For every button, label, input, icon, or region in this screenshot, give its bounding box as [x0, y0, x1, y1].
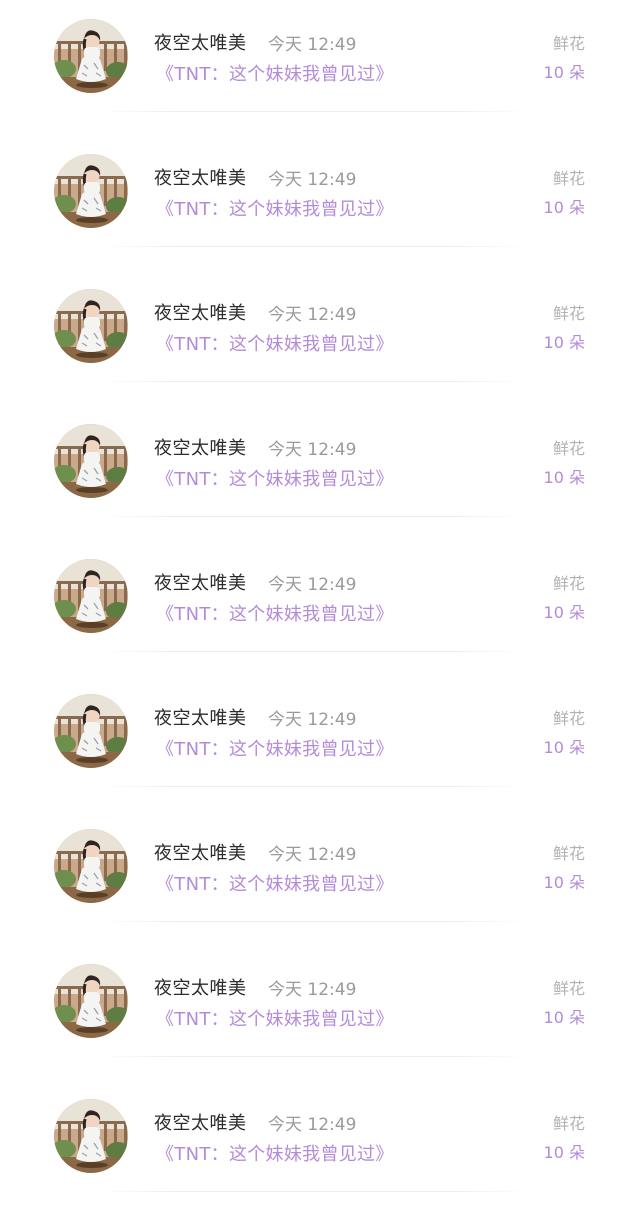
divider — [100, 516, 528, 517]
timestamp: 今天 12:49 — [268, 845, 357, 865]
avatar-photo-icon — [54, 964, 128, 1038]
gift-name: 鲜花 — [552, 169, 585, 188]
gift-record-list: 夜空太唯美 今天 12:49 《TNT：这个妹妹我曾见过》 鲜花 10 朵 夜空… — [0, 0, 640, 1208]
timestamp: 今天 12:49 — [268, 35, 357, 55]
list-item[interactable]: 夜空太唯美 今天 12:49 《TNT：这个妹妹我曾见过》 鲜花 10 朵 — [0, 135, 640, 270]
list-item[interactable]: 夜空太唯美 今天 12:49 《TNT：这个妹妹我曾见过》 鲜花 10 朵 — [0, 675, 640, 810]
divider — [100, 1191, 528, 1192]
avatar-photo-icon — [54, 694, 128, 768]
username[interactable]: 夜空太唯美 — [154, 974, 247, 1000]
avatar[interactable] — [54, 289, 128, 363]
avatar-photo-icon — [54, 829, 128, 903]
timestamp: 今天 12:49 — [268, 980, 357, 1000]
timestamp: 今天 12:49 — [268, 1115, 357, 1135]
gift-name: 鲜花 — [552, 1114, 585, 1133]
gift-record-list-card: 夜空太唯美 今天 12:49 《TNT：这个妹妹我曾见过》 鲜花 10 朵 夜空… — [0, 0, 640, 1208]
list-item[interactable]: 夜空太唯美 今天 12:49 《TNT：这个妹妹我曾见过》 鲜花 10 朵 — [0, 945, 640, 1080]
divider — [100, 1056, 528, 1057]
gift-count: 10 朵 — [543, 873, 585, 892]
gift-count: 10 朵 — [543, 468, 585, 487]
avatar-photo-icon — [54, 559, 128, 633]
divider — [100, 246, 528, 247]
divider — [100, 381, 528, 382]
list-item[interactable]: 夜空太唯美 今天 12:49 《TNT：这个妹妹我曾见过》 鲜花 10 朵 — [0, 0, 640, 135]
gift-count: 10 朵 — [543, 198, 585, 217]
avatar[interactable] — [54, 424, 128, 498]
avatar-photo-icon — [54, 1099, 128, 1173]
timestamp: 今天 12:49 — [268, 575, 357, 595]
timestamp: 今天 12:49 — [268, 440, 357, 460]
gift-name: 鲜花 — [552, 304, 585, 323]
avatar[interactable] — [54, 19, 128, 93]
avatar-photo-icon — [54, 19, 128, 93]
divider — [100, 921, 528, 922]
work-title-link[interactable]: 《TNT：这个妹妹我曾见过》 — [156, 195, 394, 221]
username[interactable]: 夜空太唯美 — [154, 434, 247, 460]
avatar-photo-icon — [54, 289, 128, 363]
list-item[interactable]: 夜空太唯美 今天 12:49 《TNT：这个妹妹我曾见过》 鲜花 10 朵 — [0, 810, 640, 945]
avatar[interactable] — [54, 154, 128, 228]
gift-count: 10 朵 — [543, 1143, 585, 1162]
avatar[interactable] — [54, 559, 128, 633]
gift-count: 10 朵 — [543, 63, 585, 82]
avatar-photo-icon — [54, 154, 128, 228]
username[interactable]: 夜空太唯美 — [154, 569, 247, 595]
username[interactable]: 夜空太唯美 — [154, 839, 247, 865]
list-item[interactable]: 夜空太唯美 今天 12:49 《TNT：这个妹妹我曾见过》 鲜花 10 朵 — [0, 1080, 640, 1208]
timestamp: 今天 12:49 — [268, 305, 357, 325]
avatar-photo-icon — [54, 424, 128, 498]
work-title-link[interactable]: 《TNT：这个妹妹我曾见过》 — [156, 870, 394, 896]
list-item[interactable]: 夜空太唯美 今天 12:49 《TNT：这个妹妹我曾见过》 鲜花 10 朵 — [0, 540, 640, 675]
list-item[interactable]: 夜空太唯美 今天 12:49 《TNT：这个妹妹我曾见过》 鲜花 10 朵 — [0, 270, 640, 405]
username[interactable]: 夜空太唯美 — [154, 164, 247, 190]
gift-name: 鲜花 — [552, 34, 585, 53]
work-title-link[interactable]: 《TNT：这个妹妹我曾见过》 — [156, 1140, 394, 1166]
divider — [100, 651, 528, 652]
avatar[interactable] — [54, 964, 128, 1038]
gift-name: 鲜花 — [552, 979, 585, 998]
gift-name: 鲜花 — [552, 439, 585, 458]
username[interactable]: 夜空太唯美 — [154, 704, 247, 730]
gift-count: 10 朵 — [543, 738, 585, 757]
work-title-link[interactable]: 《TNT：这个妹妹我曾见过》 — [156, 60, 394, 86]
username[interactable]: 夜空太唯美 — [154, 1109, 247, 1135]
list-item[interactable]: 夜空太唯美 今天 12:49 《TNT：这个妹妹我曾见过》 鲜花 10 朵 — [0, 405, 640, 540]
work-title-link[interactable]: 《TNT：这个妹妹我曾见过》 — [156, 465, 394, 491]
avatar[interactable] — [54, 829, 128, 903]
timestamp: 今天 12:49 — [268, 710, 357, 730]
gift-name: 鲜花 — [552, 709, 585, 728]
work-title-link[interactable]: 《TNT：这个妹妹我曾见过》 — [156, 600, 394, 626]
timestamp: 今天 12:49 — [268, 170, 357, 190]
work-title-link[interactable]: 《TNT：这个妹妹我曾见过》 — [156, 1005, 394, 1031]
gift-name: 鲜花 — [552, 844, 585, 863]
work-title-link[interactable]: 《TNT：这个妹妹我曾见过》 — [156, 735, 394, 761]
username[interactable]: 夜空太唯美 — [154, 299, 247, 325]
avatar[interactable] — [54, 1099, 128, 1173]
gift-count: 10 朵 — [543, 603, 585, 622]
gift-count: 10 朵 — [543, 1008, 585, 1027]
gift-count: 10 朵 — [543, 333, 585, 352]
username[interactable]: 夜空太唯美 — [154, 29, 247, 55]
work-title-link[interactable]: 《TNT：这个妹妹我曾见过》 — [156, 330, 394, 356]
divider — [100, 786, 528, 787]
divider — [100, 111, 528, 112]
avatar[interactable] — [54, 694, 128, 768]
gift-name: 鲜花 — [552, 574, 585, 593]
